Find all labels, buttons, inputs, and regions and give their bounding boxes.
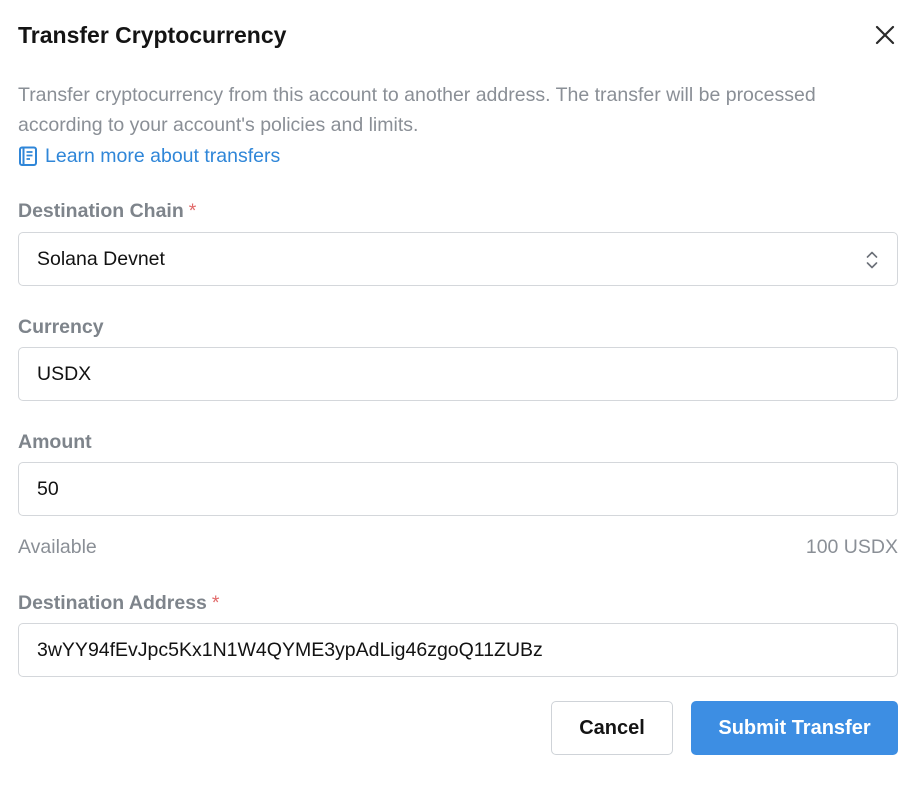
- amount-label: Amount: [18, 431, 92, 453]
- transfer-dialog: Transfer Cryptocurrency Transfer cryptoc…: [0, 0, 916, 802]
- amount-field[interactable]: [18, 462, 898, 516]
- submit-transfer-button[interactable]: Submit Transfer: [691, 701, 898, 755]
- available-label: Available: [18, 536, 97, 558]
- learn-more-label: Learn more about transfers: [45, 144, 281, 167]
- destination-address-field[interactable]: [18, 623, 898, 677]
- chevron-up-down-icon: [865, 249, 879, 277]
- destination-chain-value: Solana Devnet: [37, 247, 165, 270]
- destination-chain-select[interactable]: Solana Devnet: [18, 232, 898, 286]
- currency-label: Currency: [18, 316, 104, 338]
- currency-input[interactable]: [37, 348, 897, 400]
- dialog-description: Transfer cryptocurrency from this accoun…: [18, 84, 816, 136]
- book-icon: [18, 146, 39, 167]
- required-marker: *: [211, 592, 220, 614]
- close-icon[interactable]: [870, 20, 900, 50]
- dialog-title: Transfer Cryptocurrency: [18, 22, 287, 48]
- destination-address-label-text: Destination Address: [18, 592, 207, 614]
- destination-chain-label: Destination Chain *: [18, 198, 196, 224]
- available-value: 100 USDX: [805, 536, 898, 558]
- amount-input[interactable]: [37, 463, 897, 515]
- destination-address-input[interactable]: [37, 624, 897, 676]
- available-balance: Available 100 USDX: [18, 534, 898, 560]
- destination-chain-label-text: Destination Chain: [18, 200, 184, 222]
- currency-field[interactable]: [18, 347, 898, 401]
- destination-address-label: Destination Address *: [18, 590, 220, 616]
- required-marker: *: [188, 200, 197, 222]
- cancel-button[interactable]: Cancel: [551, 701, 673, 755]
- learn-more-link[interactable]: Learn more about transfers: [18, 141, 280, 171]
